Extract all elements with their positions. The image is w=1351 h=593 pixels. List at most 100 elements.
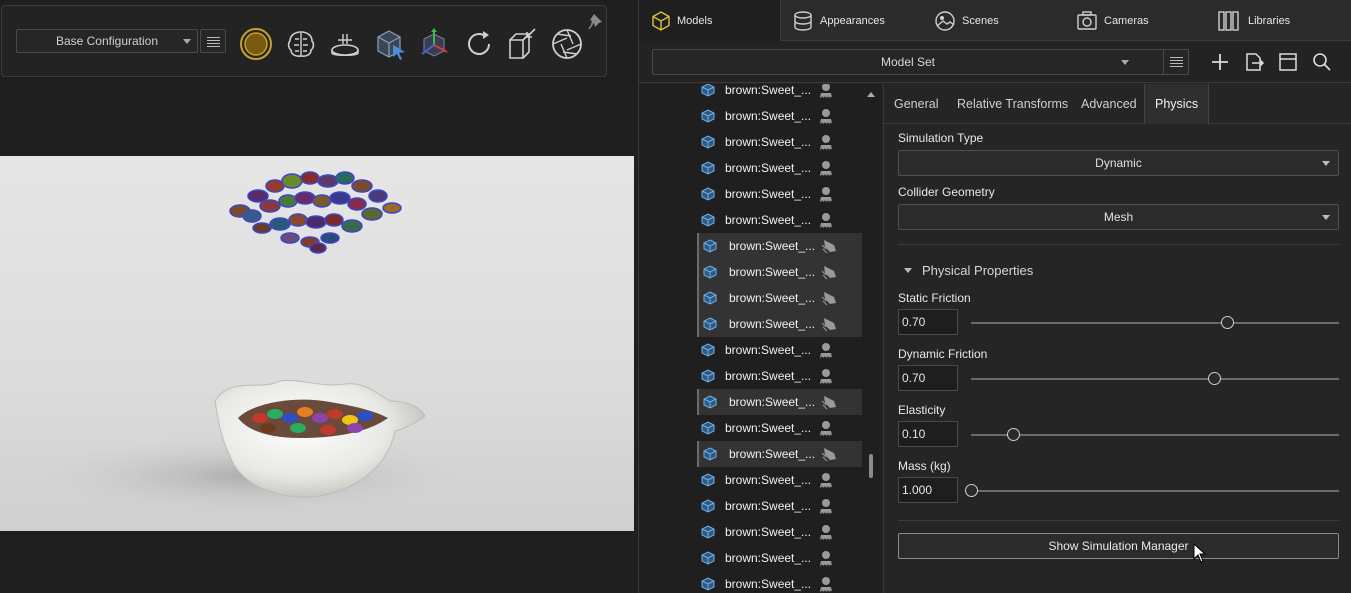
tab-scenes[interactable]: Scenes <box>934 0 999 41</box>
brain-icon[interactable] <box>283 26 319 62</box>
tree-row-label: brown:Sweet_... <box>725 343 811 357</box>
model-tree[interactable]: brown:Sweet_... brown:Sweet_... brown:Swee… <box>639 84 882 593</box>
aperture-icon[interactable] <box>549 26 585 62</box>
add-icon[interactable] <box>1209 51 1231 73</box>
collider-geometry-select[interactable]: Mesh <box>898 204 1339 230</box>
tab-general[interactable]: General <box>894 84 938 124</box>
tab-relative-transforms[interactable]: Relative Transforms <box>957 84 1068 124</box>
physics-static-icon[interactable] <box>817 211 835 229</box>
tree-row[interactable]: brown:Sweet_... <box>697 441 862 467</box>
physics-static-icon[interactable] <box>817 341 835 359</box>
tree-row[interactable]: brown:Sweet_... <box>697 545 862 571</box>
simulation-type-select[interactable]: Dynamic <box>898 150 1339 176</box>
properties-panel: General Relative Transforms Advanced Phy… <box>883 84 1351 593</box>
physics-dynamic-icon[interactable] <box>821 263 839 281</box>
dynamic-friction-input[interactable]: 0.70 <box>898 365 958 391</box>
physics-dynamic-icon[interactable] <box>821 289 839 307</box>
physics-dynamic-icon[interactable] <box>821 393 839 411</box>
elasticity-label: Elasticity <box>898 403 946 417</box>
slider-thumb[interactable] <box>1006 428 1020 441</box>
tab-physics[interactable]: Physics <box>1144 84 1210 124</box>
static-friction-slider[interactable] <box>971 316 1339 329</box>
physics-static-icon[interactable] <box>817 497 835 515</box>
physics-static-icon[interactable] <box>817 471 835 489</box>
tree-row[interactable]: brown:Sweet_... <box>697 493 862 519</box>
turntable-icon[interactable] <box>327 26 363 62</box>
tree-row[interactable]: brown:Sweet_... <box>697 181 862 207</box>
physics-static-icon[interactable] <box>817 107 835 125</box>
slider-thumb[interactable] <box>965 484 978 497</box>
tree-row[interactable]: brown:Sweet_... <box>697 363 862 389</box>
tab-libraries[interactable]: Libraries <box>1218 0 1290 41</box>
pin-icon[interactable] <box>588 12 606 30</box>
tab-label: Cameras <box>1104 14 1149 27</box>
physics-dynamic-icon[interactable] <box>821 237 839 255</box>
tree-row[interactable]: brown:Sweet_... <box>697 233 862 259</box>
tree-row[interactable]: brown:Sweet_... <box>697 337 862 363</box>
divider <box>898 244 1339 245</box>
physics-dynamic-icon[interactable] <box>821 445 839 463</box>
tree-row[interactable]: brown:Sweet_... <box>697 311 862 337</box>
show-simulation-manager-button[interactable]: Show Simulation Manager <box>898 533 1339 559</box>
box-import-icon[interactable] <box>505 26 541 62</box>
slider-thumb[interactable] <box>1208 372 1222 385</box>
tree-row[interactable]: brown:Sweet_... <box>697 259 862 285</box>
elasticity-input[interactable]: 0.10 <box>898 421 958 447</box>
physics-static-icon[interactable] <box>817 159 835 177</box>
static-friction-input[interactable]: 0.70 <box>898 309 958 335</box>
layout-icon[interactable] <box>1277 51 1299 73</box>
tree-row[interactable]: brown:Sweet_... <box>697 103 862 129</box>
tab-label: Appearances <box>820 14 885 27</box>
tab-models[interactable]: Models <box>639 0 781 41</box>
tree-row[interactable]: brown:Sweet_... <box>697 285 862 311</box>
tree-row[interactable]: brown:Sweet_... <box>697 207 862 233</box>
collider-geometry-label: Collider Geometry <box>898 185 995 199</box>
physics-static-icon[interactable] <box>817 84 835 99</box>
transform-gizmo-icon[interactable] <box>416 26 452 62</box>
tree-row[interactable]: brown:Sweet_... <box>697 519 862 545</box>
tree-row[interactable]: brown:Sweet_... <box>697 389 862 415</box>
tab-advanced[interactable]: Advanced <box>1081 84 1137 124</box>
render-canvas[interactable] <box>0 156 634 531</box>
elasticity-slider[interactable] <box>971 428 1339 441</box>
physics-static-icon[interactable] <box>817 575 835 593</box>
select-cube-icon[interactable] <box>372 26 408 62</box>
physics-dynamic-icon[interactable] <box>821 315 839 333</box>
tree-row[interactable]: brown:Sweet_... <box>697 84 862 103</box>
search-icon[interactable] <box>1311 51 1333 73</box>
configuration-select[interactable]: Base Configuration <box>16 29 198 53</box>
mass-input[interactable]: 1.000 <box>898 477 958 503</box>
dynamic-friction-slider[interactable] <box>971 372 1339 385</box>
physical-properties-header[interactable]: Physical Properties <box>904 263 1033 278</box>
tree-row[interactable]: brown:Sweet_... <box>697 571 862 593</box>
mouse-cursor-icon <box>1193 543 1207 563</box>
tree-row-label: brown:Sweet_... <box>725 499 811 513</box>
physics-static-icon[interactable] <box>817 367 835 385</box>
physics-static-icon[interactable] <box>817 185 835 203</box>
sun-icon[interactable] <box>238 26 274 62</box>
configuration-list-button[interactable] <box>200 29 226 53</box>
physics-static-icon[interactable] <box>817 419 835 437</box>
viewport[interactable]: Base Configuration <box>0 0 638 593</box>
modelset-select[interactable]: Model Set <box>652 49 1164 75</box>
physics-static-icon[interactable] <box>817 549 835 567</box>
physics-static-icon[interactable] <box>817 133 835 151</box>
tree-row-label: brown:Sweet_... <box>729 395 815 409</box>
physics-static-icon[interactable] <box>817 523 835 541</box>
tree-row[interactable]: brown:Sweet_... <box>697 155 862 181</box>
model-cube-icon <box>701 135 715 149</box>
slider-thumb[interactable] <box>1220 316 1234 329</box>
tab-label: Scenes <box>962 14 999 27</box>
tree-row[interactable]: brown:Sweet_... <box>697 129 862 155</box>
scroll-up-icon[interactable] <box>867 92 875 97</box>
tree-row[interactable]: brown:Sweet_... <box>697 467 862 493</box>
tab-cameras[interactable]: Cameras <box>1076 0 1149 41</box>
tree-row[interactable]: brown:Sweet_... <box>697 415 862 441</box>
mass-slider[interactable] <box>965 484 1339 497</box>
refresh-icon[interactable] <box>461 26 497 62</box>
modelset-list-button[interactable] <box>1163 49 1189 75</box>
model-cube-icon <box>701 525 715 539</box>
tab-appearances[interactable]: Appearances <box>792 0 885 41</box>
export-icon[interactable] <box>1243 51 1265 73</box>
scrollbar-thumb[interactable] <box>869 454 873 478</box>
